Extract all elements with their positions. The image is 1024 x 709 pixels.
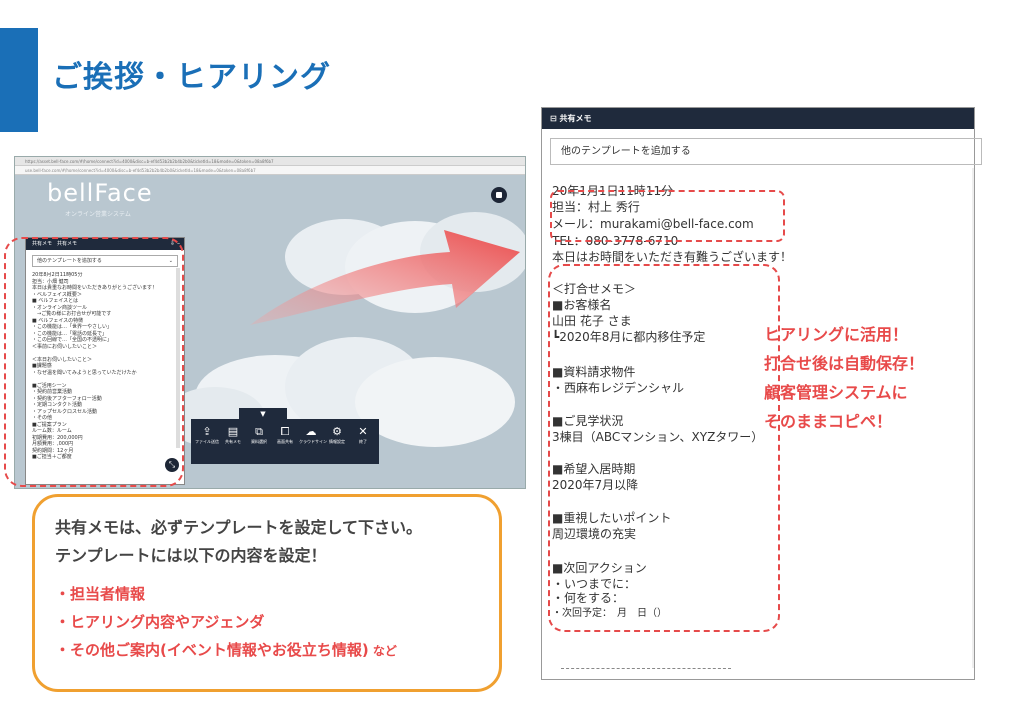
instruction-bullet-suffix: など: [368, 644, 397, 658]
toolbar-settings-button[interactable]: ⚙ 情報設定: [325, 425, 349, 445]
memo-icon: ▤: [227, 425, 239, 438]
memo-icon: ⊟: [550, 114, 560, 123]
callout-line: 顧客管理システムに: [764, 383, 908, 402]
browser-tab-bar: https://asset.bell-face.com/#/home/conne…: [15, 157, 525, 166]
slide-title: ご挨拶・ヒアリング: [52, 60, 331, 95]
meeting-memo-highlight: [548, 264, 780, 632]
callout-line: そのままコピペ！: [764, 412, 893, 431]
shared-memo-header: ⊟ 共有メモ: [542, 108, 974, 129]
red-arrow-graphic: [250, 230, 520, 325]
memo-line: 本日はお時間をいただき有難うございます！: [552, 250, 793, 264]
toolbar-file-send-button[interactable]: ⇪ ファイル送信: [195, 425, 219, 445]
callout-line: 打合せ後は自動保存！: [764, 354, 925, 373]
memo-scrollbar[interactable]: [972, 168, 974, 668]
template-instructions-box: 共有メモは、必ずテンプレートを設定して下さい。 テンプレートには以下の内容を設定…: [32, 494, 502, 692]
close-icon: ✕: [358, 425, 368, 438]
instruction-bullet: ・ヒアリング内容やアジェンダ: [55, 613, 265, 631]
bottom-toolbar: ⇪ ファイル送信 ▤ 共有メモ ⧉ 資料選択 ⧠ 画面共有 ☁ クラウドサイン …: [191, 419, 379, 464]
callout-line: ヒアリングに活用！: [764, 325, 909, 344]
toolbar-shared-memo-button[interactable]: ▤ 共有メモ: [221, 425, 245, 445]
gear-icon: ⚙: [332, 425, 342, 438]
toolbar-cloudsign-button[interactable]: ☁ クラウドサイン: [299, 425, 327, 445]
instruction-bullet: ・その他ご案内(イベント情報やお役立ち情報) など: [55, 641, 397, 659]
contact-info-highlight: [550, 190, 785, 242]
upload-icon: ⇪: [202, 425, 212, 438]
cloud-sign-icon: ☁: [305, 425, 317, 438]
toolbar-screen-share-button[interactable]: ⧠ 画面共有: [273, 425, 297, 445]
title-accent-bar: [0, 28, 38, 132]
memo-panel-highlight: [4, 237, 184, 487]
document-icon: ⧉: [255, 425, 263, 438]
template-select[interactable]: 他のテンプレートを追加する: [550, 138, 982, 165]
toolbar-end-button[interactable]: ✕ 終了: [351, 425, 375, 445]
instruction-bullet: ・担当者情報: [55, 585, 146, 603]
memo-bottom-divider: [561, 668, 731, 669]
browser-address-bar: use.bell-face.com/#/home/connect?id=4000…: [15, 166, 525, 175]
shared-memo-title: 共有メモ: [559, 114, 592, 123]
screen-share-icon: ⧠: [280, 425, 290, 438]
instruction-line-1: 共有メモは、必ずテンプレートを設定して下さい。: [55, 518, 423, 537]
instruction-line-2: テンプレートには以下の内容を設定！: [55, 546, 327, 565]
toolbar-document-select-button[interactable]: ⧉ 資料選択: [247, 425, 271, 445]
